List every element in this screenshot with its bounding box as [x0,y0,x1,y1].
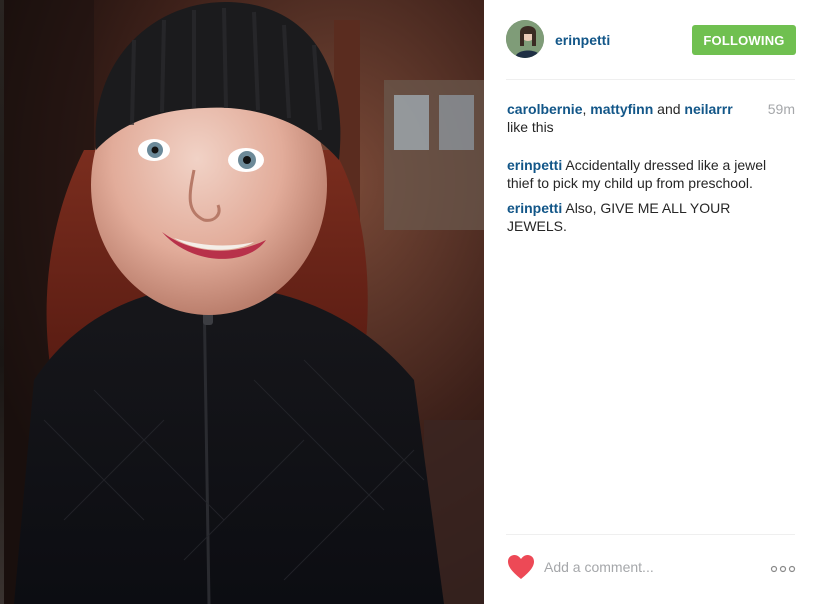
heart-icon[interactable] [507,554,535,580]
likes-and-text: and [653,101,685,117]
comment-author-link[interactable]: erinpetti [507,157,562,173]
likes-summary: carolbernie, mattyfinn and neilarrr like… [507,100,797,136]
following-button[interactable]: FOLLOWING [692,25,796,55]
comment-item: erinpetti Accidentally dressed like a je… [507,156,777,192]
comment-author-link[interactable]: erinpetti [507,200,562,216]
avatar[interactable] [506,20,544,58]
post-header: erinpetti FOLLOWING [506,20,796,60]
liker-link[interactable]: mattyfinn [590,101,653,117]
add-comment-input[interactable] [544,556,744,578]
selfie-photo-illustration [4,0,484,604]
post-detail-panel: erinpetti FOLLOWING carolbernie, mattyfi… [484,0,818,604]
liker-link[interactable]: carolbernie [507,101,582,117]
avatar-image-icon [506,20,544,58]
post-timestamp: 59m [767,101,795,117]
liker-link[interactable]: neilarrr [684,101,732,117]
more-options-icon[interactable] [770,564,796,574]
post-actions [506,534,796,604]
post-author-username[interactable]: erinpetti [555,32,610,48]
header-divider [506,79,795,80]
comment-item: erinpetti Also, GIVE ME ALL YOUR JEWELS. [507,199,777,235]
post-photo[interactable] [4,0,484,604]
likes-suffix: like this [507,119,554,135]
